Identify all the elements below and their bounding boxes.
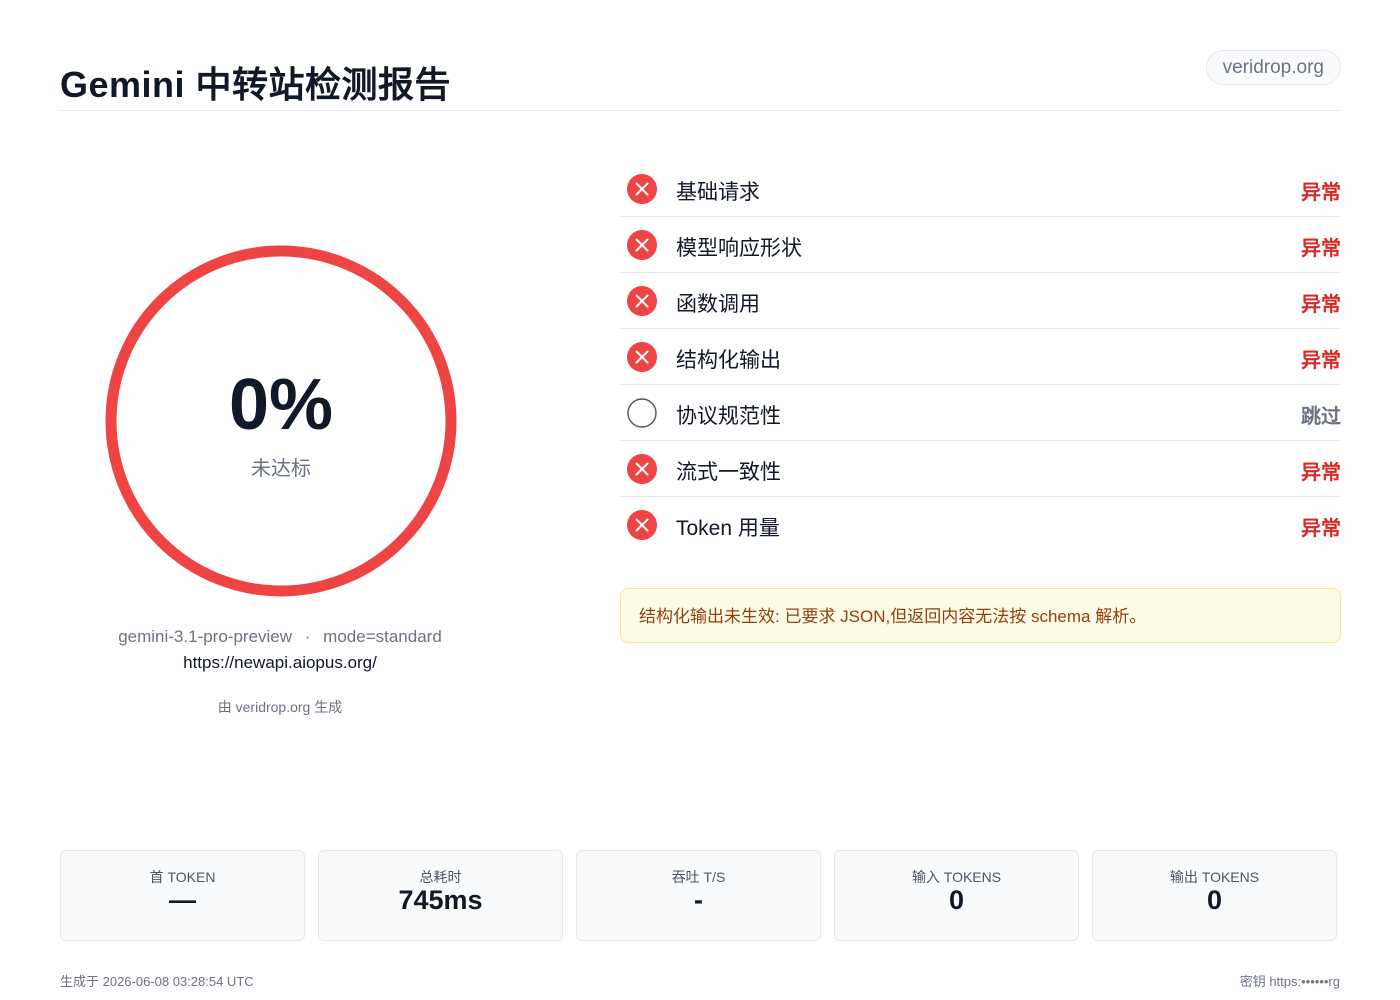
metric-label: 输入 TOKENS [911,869,1002,885]
fail-x-icon [627,454,657,484]
generated-timestamp: 生成于 2026-06-08 03:28:54 UTC [60,974,254,989]
check-row: Token 用量 异常 [620,497,1341,553]
mode-value: mode=standard [323,627,442,646]
check-row: 模型响应形状 异常 [620,217,1341,273]
fail-x-icon [627,174,657,204]
check-label: 流式一致性 [676,461,781,484]
metric-value: - [694,885,703,915]
metric-value: 0 [948,885,965,915]
model-name: gemini-3.1-pro-preview [118,627,293,646]
check-status: 异常 [1301,294,1341,316]
fail-x-icon [627,286,657,316]
report-header: Gemini 中转站检测报告 veridrop.org [60,50,1341,111]
metrics-row: 首 TOKEN — 总耗时 745ms 吞吐 T/S - 输入 TOKENS 0… [60,850,1337,941]
score-status: 未达标 [251,458,311,480]
fail-x-icon [627,510,657,540]
check-label: 基础请求 [676,181,760,204]
check-label: 结构化输出 [676,349,781,372]
metric-first-token: 首 TOKEN — [60,850,305,941]
check-label: 模型响应形状 [676,237,802,260]
check-status: 跳过 [1301,406,1341,428]
check-status: 异常 [1301,238,1341,260]
endpoint-url[interactable]: https://newapi.aiopus.org/ [80,653,480,673]
fail-x-icon [627,342,657,372]
metric-value: 0 [1206,885,1223,915]
check-list: 基础请求 异常 模型响应形状 异常 函数调用 异常 结构化输出 异常 协议规范性… [620,161,1341,553]
metric-label: 吞吐 T/S [671,869,726,885]
check-row: 函数调用 异常 [620,273,1341,329]
check-status: 异常 [1301,182,1341,204]
check-status: 异常 [1301,518,1341,540]
generated-by: 由 veridrop.org 生成 [217,699,343,715]
metric-value: 745ms [398,885,483,915]
check-row: 基础请求 异常 [620,161,1341,217]
metric-label: 首 TOKEN [149,869,216,885]
page-title: Gemini 中转站检测报告 [60,64,452,105]
check-status: 异常 [1301,462,1341,484]
metric-label: 输出 TOKENS [1169,869,1260,885]
skip-circle-icon [627,398,657,428]
check-row: 结构化输出 异常 [620,329,1341,385]
check-label: 协议规范性 [676,405,781,428]
score-value: 0% [228,365,334,445]
masked-key: 密钥 https:••••••rg [1239,974,1340,989]
metric-throughput: 吞吐 T/S - [576,850,821,941]
model-info: gemini-3.1-pro-preview · mode=standard [80,627,480,647]
metric-output-tokens: 输出 TOKENS 0 [1092,850,1337,941]
metric-input-tokens: 输入 TOKENS 0 [834,850,1079,941]
check-row: 协议规范性 跳过 [620,385,1341,441]
check-status: 异常 [1301,350,1341,372]
fail-x-icon [627,230,657,260]
info-separator: · [304,627,311,646]
check-label: Token 用量 [676,517,780,540]
metric-total-time: 总耗时 745ms [318,850,563,941]
check-row: 流式一致性 异常 [620,441,1341,497]
metric-label: 总耗时 [419,869,462,885]
check-label: 函数调用 [676,293,760,316]
metric-value: — [169,885,196,915]
site-badge[interactable]: veridrop.org [1205,50,1341,85]
warning-alert: 结构化输出未生效: 已要求 JSON,但返回内容无法按 schema 解析。 [620,588,1341,643]
